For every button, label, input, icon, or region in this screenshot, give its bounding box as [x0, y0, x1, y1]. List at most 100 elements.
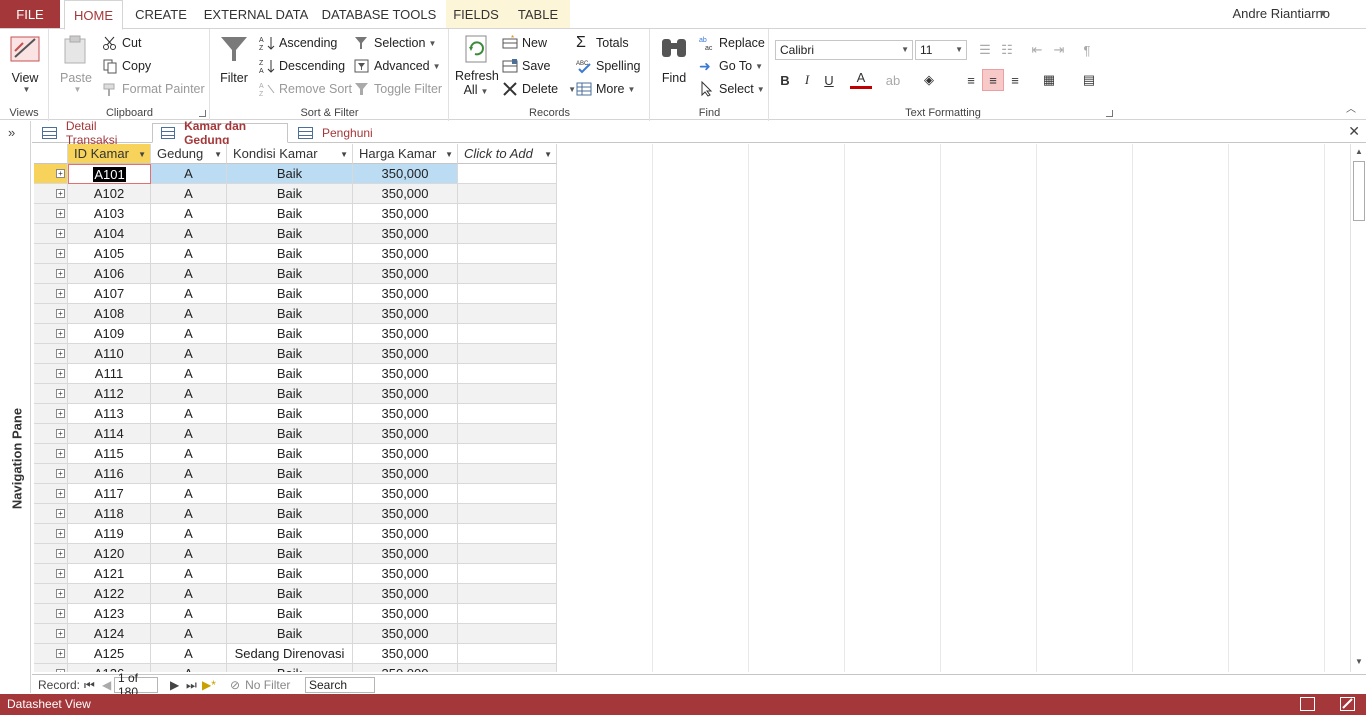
table-cell[interactable]	[458, 364, 557, 384]
table-row[interactable]: + A114 A Baik 350,000	[34, 424, 557, 444]
table-row[interactable]: + A123 A Baik 350,000	[34, 604, 557, 624]
table-cell[interactable]: Baik	[227, 604, 353, 624]
table-cell[interactable]: Baik	[227, 624, 353, 644]
table-cell[interactable]: Baik	[227, 544, 353, 564]
table-cell[interactable]: A	[151, 484, 227, 504]
table-cell[interactable]	[458, 564, 557, 584]
user-name[interactable]: Andre Riantiarno	[1232, 6, 1330, 21]
table-cell[interactable]: 350,000	[353, 264, 458, 284]
close-icon[interactable]: ✕	[1348, 123, 1360, 140]
table-row[interactable]: + A104 A Baik 350,000	[34, 224, 557, 244]
table-cell[interactable]	[458, 644, 557, 664]
doc-tab-detail-transaksi[interactable]: Detail Transaksi	[34, 119, 150, 147]
row-selector[interactable]: +	[34, 164, 68, 184]
expand-subdatasheet-icon[interactable]: +	[56, 669, 65, 672]
table-row[interactable]: + A118 A Baik 350,000	[34, 504, 557, 524]
table-cell[interactable]	[458, 604, 557, 624]
table-cell[interactable]: Baik	[227, 324, 353, 344]
table-cell[interactable]: Baik	[227, 664, 353, 672]
new-blank-record-icon[interactable]: ▶*	[202, 677, 216, 693]
table-cell[interactable]	[458, 444, 557, 464]
table-cell[interactable]: A	[151, 264, 227, 284]
table-cell[interactable]: A	[151, 324, 227, 344]
table-cell[interactable]	[458, 344, 557, 364]
table-cell[interactable]: A	[151, 624, 227, 644]
table-cell[interactable]: 350,000	[353, 424, 458, 444]
nav-pane-label[interactable]: Navigation Pane	[10, 384, 25, 534]
table-cell[interactable]: 350,000	[353, 584, 458, 604]
column-header-id-kamar[interactable]: ID Kamar ▼	[68, 144, 151, 164]
row-selector[interactable]: +	[34, 624, 68, 644]
table-cell[interactable]: Baik	[227, 484, 353, 504]
table-cell[interactable]: A	[151, 564, 227, 584]
row-selector[interactable]: +	[34, 444, 68, 464]
table-cell[interactable]: A114	[68, 424, 151, 444]
expand-subdatasheet-icon[interactable]: +	[56, 409, 65, 418]
table-row[interactable]: + A121 A Baik 350,000	[34, 564, 557, 584]
table-cell[interactable]: A106	[68, 264, 151, 284]
expand-subdatasheet-icon[interactable]: +	[56, 289, 65, 298]
table-cell[interactable]: Baik	[227, 424, 353, 444]
table-cell[interactable]: A	[151, 344, 227, 364]
row-selector[interactable]: +	[34, 244, 68, 264]
copy-button[interactable]: Copy	[102, 56, 151, 76]
expand-subdatasheet-icon[interactable]: +	[56, 249, 65, 258]
table-cell[interactable]: A104	[68, 224, 151, 244]
font-color-icon[interactable]: A	[850, 69, 872, 89]
table-cell[interactable]: Baik	[227, 304, 353, 324]
expand-subdatasheet-icon[interactable]: +	[56, 589, 65, 598]
table-cell[interactable]: Baik	[227, 244, 353, 264]
table-cell[interactable]: 350,000	[353, 564, 458, 584]
table-cell[interactable]: 350,000	[353, 624, 458, 644]
descending-button[interactable]: ZA Descending	[259, 56, 345, 76]
table-cell[interactable]: A109	[68, 324, 151, 344]
totals-button[interactable]: Σ Totals	[576, 33, 629, 53]
column-header-kondisi-kamar[interactable]: Kondisi Kamar ▼	[227, 144, 353, 164]
row-selector[interactable]: +	[34, 564, 68, 584]
datasheet-view-icon[interactable]	[1300, 697, 1315, 711]
table-row[interactable]: + A119 A Baik 350,000	[34, 524, 557, 544]
table-cell[interactable]: A102	[68, 184, 151, 204]
table-cell[interactable]: A	[151, 204, 227, 224]
underline-button[interactable]: U	[818, 69, 840, 91]
expand-nav-icon[interactable]: »	[8, 125, 15, 140]
table-cell[interactable]	[458, 524, 557, 544]
expand-subdatasheet-icon[interactable]: +	[56, 369, 65, 378]
last-record-icon[interactable]: ⏭	[186, 677, 197, 693]
row-selector[interactable]: +	[34, 324, 68, 344]
scroll-down-icon[interactable]: ▼	[1353, 657, 1365, 669]
chevron-down-icon[interactable]: ▼	[445, 150, 453, 159]
row-selector[interactable]: +	[34, 344, 68, 364]
italic-button[interactable]: I	[796, 69, 818, 91]
table-cell[interactable]: 350,000	[353, 384, 458, 404]
table-cell[interactable]: 350,000	[353, 324, 458, 344]
fill-color-icon[interactable]: ◈	[918, 69, 940, 91]
align-right-icon[interactable]: ≡	[1004, 69, 1026, 91]
next-record-icon[interactable]: ▶	[170, 677, 179, 693]
expand-subdatasheet-icon[interactable]: +	[56, 509, 65, 518]
clipboard-launcher-icon[interactable]	[199, 110, 206, 117]
table-cell[interactable]: A	[151, 504, 227, 524]
table-cell[interactable]: A125	[68, 644, 151, 664]
table-cell[interactable]	[458, 624, 557, 644]
table-row[interactable]: + A115 A Baik 350,000	[34, 444, 557, 464]
table-cell[interactable]	[458, 404, 557, 424]
row-selector[interactable]: +	[34, 304, 68, 324]
table-cell[interactable]: A105	[68, 244, 151, 264]
text-formatting-launcher-icon[interactable]	[1106, 110, 1113, 117]
tab-fields[interactable]: FIELDS	[446, 0, 506, 29]
table-row[interactable]: + A116 A Baik 350,000	[34, 464, 557, 484]
row-selector[interactable]: +	[34, 604, 68, 624]
scroll-thumb[interactable]	[1353, 161, 1365, 221]
table-cell[interactable]: Baik	[227, 584, 353, 604]
tab-table[interactable]: TABLE	[506, 0, 570, 29]
table-cell[interactable]: 350,000	[353, 284, 458, 304]
replace-button[interactable]: ab ac Replace	[699, 33, 765, 53]
decrease-indent-icon[interactable]: ⇤	[1026, 39, 1048, 61]
search-input[interactable]: Search	[305, 677, 375, 693]
table-cell[interactable]: A	[151, 544, 227, 564]
table-row[interactable]: + A105 A Baik 350,000	[34, 244, 557, 264]
table-cell[interactable]	[458, 464, 557, 484]
table-cell[interactable]	[458, 324, 557, 344]
table-cell[interactable]	[458, 304, 557, 324]
